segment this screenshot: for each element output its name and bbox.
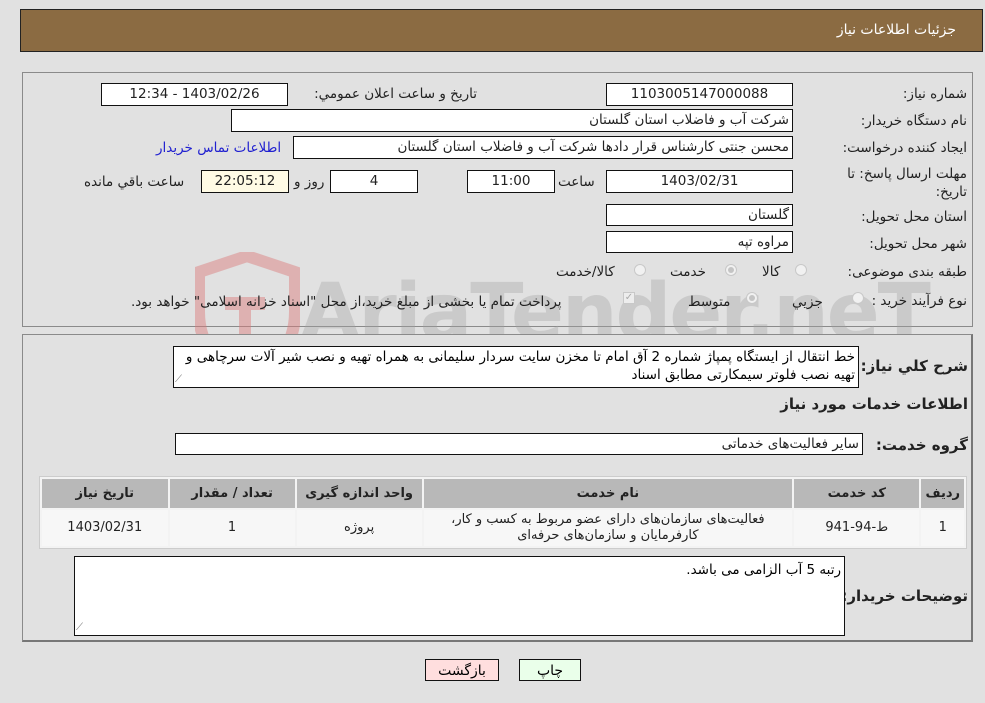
remaining-time-label: ساعت باقي مانده	[84, 174, 185, 190]
category-option-goods: کالا	[762, 264, 781, 280]
need-number-field: 1103005147000088	[606, 83, 793, 106]
purchase-option-minor: جزيي	[792, 294, 823, 310]
purchase-radio-minor[interactable]	[852, 292, 864, 304]
description-textarea[interactable]: خط انتقال از ایستگاه پمپاژ شماره 2 آق ام…	[173, 346, 859, 388]
category-label: طبقه بندی موضوعی:	[847, 264, 967, 280]
deadline-time-label: ساعت	[558, 174, 595, 190]
deadline-label: مهلت ارسال پاسخ: تا تاریخ:	[847, 166, 967, 200]
cell-date: 1403/02/31	[42, 510, 168, 546]
delivery-city-field: مراوه تپه	[606, 231, 793, 253]
days-label: روز و	[294, 174, 325, 190]
need-number-label: شماره نیاز:	[902, 86, 967, 102]
purchase-type-label: نوع فرآیند خرید :	[871, 293, 967, 309]
cell-unit: پروژه	[296, 510, 422, 546]
cell-name: فعالیت‌های سازمان‌های دارای عضو مربوط به…	[423, 510, 793, 546]
cell-row: 1	[921, 510, 964, 546]
col-quantity: تعداد / مقدار	[169, 479, 295, 508]
requester-label: ایجاد کننده درخواست:	[842, 140, 967, 156]
col-row: ردیف	[921, 479, 964, 508]
service-group-field: سایر فعالیت‌های خدماتی	[175, 433, 863, 455]
category-option-goods-service: کالا/خدمت	[556, 264, 615, 280]
category-radio-goods-service[interactable]	[634, 264, 646, 276]
category-option-service: خدمت	[670, 264, 706, 280]
requester-field: محسن جنتی کارشناس قرار دادها شرکت آب و ف…	[293, 136, 793, 159]
cell-code: ط-94-941	[794, 510, 920, 546]
delivery-province-label: استان محل تحویل:	[861, 209, 967, 225]
page-header: جزئیات اطلاعات نیاز	[20, 9, 983, 52]
purchase-radio-medium[interactable]	[746, 292, 758, 304]
page-title: جزئیات اطلاعات نیاز	[836, 22, 956, 38]
buyer-org-label: نام دستگاه خریدار:	[860, 113, 967, 129]
service-group-label: گروه خدمت:	[875, 436, 968, 454]
resize-grip-icon[interactable]: ⟋	[76, 623, 86, 633]
buyer-org-field: شرکت آب و فاضلاب استان گلستان	[231, 109, 793, 132]
description-label: شرح کلي نیاز:	[860, 357, 968, 375]
treasury-note: پرداخت تمام یا بخشی از مبلغ خرید،از محل …	[131, 294, 562, 310]
services-table: ردیف کد خدمت نام خدمت واحد اندازه گیری ت…	[39, 476, 967, 549]
col-code: کد خدمت	[794, 479, 920, 508]
services-section-title: اطلاعات خدمات مورد نیاز	[780, 395, 968, 413]
deadline-date-field: 1403/02/31	[606, 170, 793, 193]
col-date: تاریخ نیاز	[42, 479, 168, 508]
purchase-option-medium: متوسط	[688, 294, 731, 310]
buyer-notes-textarea[interactable]: رتبه 5 آب الزامی می باشد.	[74, 556, 845, 636]
category-radio-service[interactable]	[725, 264, 737, 276]
col-unit: واحد اندازه گیری	[296, 479, 422, 508]
treasury-checkbox[interactable]: ✓	[623, 292, 635, 304]
buyer-notes-label: توضیحات خریدار:	[841, 587, 968, 605]
announce-datetime-label: تاریخ و ساعت اعلان عمومي:	[314, 86, 477, 102]
delivery-province-field: گلستان	[606, 204, 793, 226]
delivery-city-label: شهر محل تحویل:	[869, 236, 967, 252]
deadline-time-field: 11:00	[467, 170, 555, 193]
col-name: نام خدمت	[423, 479, 793, 508]
announce-datetime-field: 1403/02/26 - 12:34	[101, 83, 288, 106]
category-radio-goods[interactable]	[795, 264, 807, 276]
back-button[interactable]: بازگشت	[425, 659, 499, 681]
remaining-time-field: 22:05:12	[201, 170, 289, 193]
remaining-days-field: 4	[330, 170, 418, 193]
cell-quantity: 1	[169, 510, 295, 546]
buyer-contact-link[interactable]: اطلاعات تماس خریدار	[156, 140, 281, 156]
services-table-header: ردیف کد خدمت نام خدمت واحد اندازه گیری ت…	[42, 479, 964, 508]
print-button[interactable]: چاپ	[519, 659, 581, 681]
table-row: 1 ط-94-941 فعالیت‌های سازمان‌های دارای ع…	[42, 510, 964, 546]
resize-grip-icon[interactable]: ⟋	[175, 375, 185, 385]
